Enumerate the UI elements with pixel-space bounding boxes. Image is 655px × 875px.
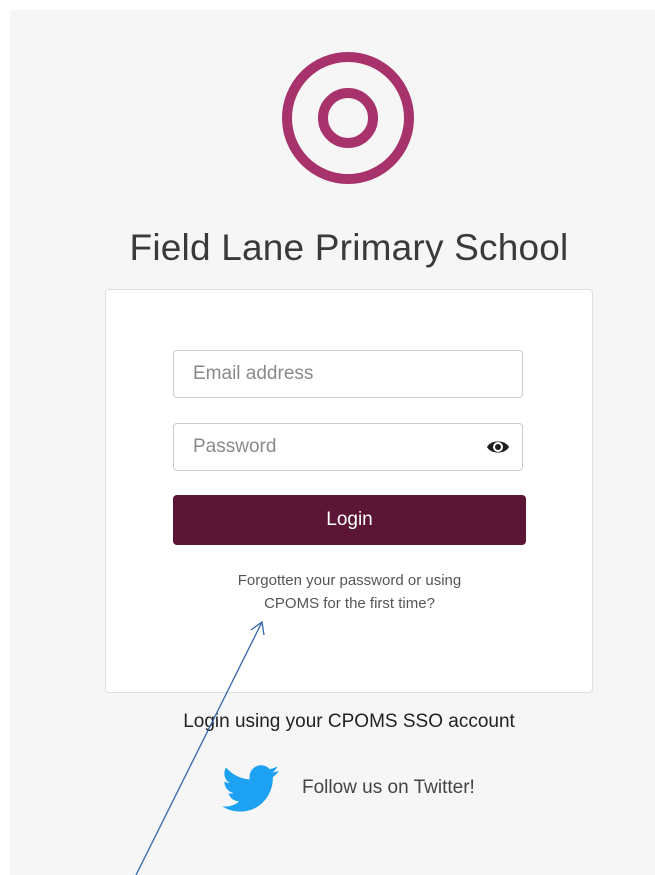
password-input[interactable] — [173, 423, 523, 471]
forgot-password-line-2: CPOMS for the first time? — [264, 595, 435, 612]
login-button[interactable]: Login — [173, 495, 526, 545]
twitter-follow-label: Follow us on Twitter! — [302, 777, 475, 798]
forgot-password-line-1: Forgotten your password or using — [237, 572, 462, 589]
login-card: Login Forgotten your password or using C… — [105, 289, 593, 693]
sso-login-link[interactable]: Login using your CPOMS SSO account — [10, 711, 655, 733]
login-page: Field Lane Primary School Login Forgotte… — [10, 10, 655, 875]
cpoms-logo-icon — [282, 52, 414, 184]
twitter-bird-icon — [222, 765, 279, 812]
eye-icon[interactable] — [486, 436, 510, 458]
forgot-password-link[interactable]: Forgotten your password or using CPOMS f… — [173, 569, 526, 615]
email-input[interactable] — [173, 350, 523, 398]
school-name: Field Lane Primary School — [129, 227, 569, 268]
